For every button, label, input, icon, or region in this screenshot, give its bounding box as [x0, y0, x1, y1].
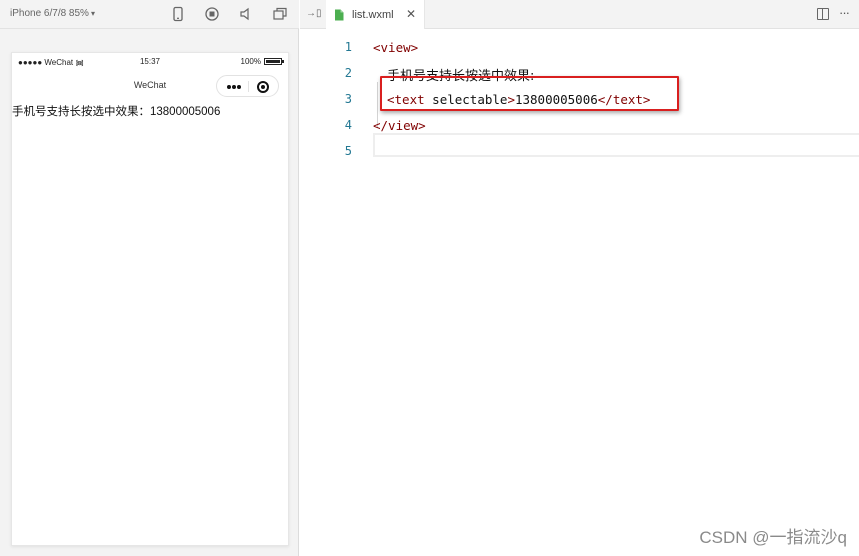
more-actions-icon[interactable]: ··· [839, 5, 850, 20]
code-line[interactable]: 1 <view> [300, 35, 859, 61]
nav-bar: WeChat [12, 72, 288, 99]
line-number: 4 [344, 118, 352, 132]
more-options-icon[interactable] [227, 85, 241, 89]
device-select[interactable]: iPhone 6/7/8 85% ▾ [10, 8, 95, 19]
tab-list-wxml[interactable]: list.wxml ✕ [326, 0, 425, 29]
line-number: 5 [344, 144, 352, 158]
collapse-sidebar-icon[interactable]: →▯ [306, 8, 322, 19]
wxml-file-icon [335, 9, 344, 20]
simulator-toolbar: iPhone 6/7/8 85% ▾ [0, 0, 299, 29]
line-number: 2 [344, 66, 352, 80]
close-miniprogram-icon[interactable] [257, 81, 269, 93]
watermark: CSDN @一指流沙q [699, 528, 847, 547]
annotation-highlight-box [380, 76, 679, 111]
simulator-pane: iPhone 6/7/8 85% ▾ ●●●●● WeChat ᯼ 15:37 1… [0, 0, 299, 556]
record-icon[interactable] [204, 6, 220, 22]
battery-percent: 100% [240, 57, 261, 66]
battery-fill [266, 60, 280, 63]
code-token-tag: <view> [373, 40, 419, 55]
phone-icon[interactable] [170, 6, 186, 22]
line-number: 1 [344, 40, 352, 54]
device-label: iPhone 6/7/8 85% [10, 8, 89, 19]
code-text: <view> [373, 40, 418, 55]
window-icon[interactable] [272, 6, 288, 22]
battery-icon [264, 58, 284, 65]
volume-icon[interactable] [238, 6, 254, 22]
split-editor-icon[interactable] [817, 8, 829, 20]
menu-capsule [216, 75, 279, 97]
battery-status: 100% [240, 57, 284, 66]
code-text: </view> [373, 118, 426, 133]
code-token-tag: </view> [373, 118, 426, 133]
code-line[interactable]: 5 [300, 139, 859, 165]
phone-screen: ●●●●● WeChat ᯼ 15:37 100% WeChat 手机号支持长按… [11, 52, 289, 546]
tab-strip: →▯ list.wxml ✕ ··· [300, 0, 859, 29]
tab-label: list.wxml [352, 8, 394, 21]
close-icon[interactable]: ✕ [406, 7, 416, 21]
page-text[interactable]: 手机号支持长按选中效果：13800005006 [12, 103, 288, 119]
code-line[interactable]: 4 </view> [300, 113, 859, 139]
capsule-divider [248, 81, 249, 92]
line-number: 3 [344, 92, 352, 106]
chevron-down-icon: ▾ [90, 9, 95, 18]
status-bar: ●●●●● WeChat ᯼ 15:37 100% [12, 53, 288, 72]
